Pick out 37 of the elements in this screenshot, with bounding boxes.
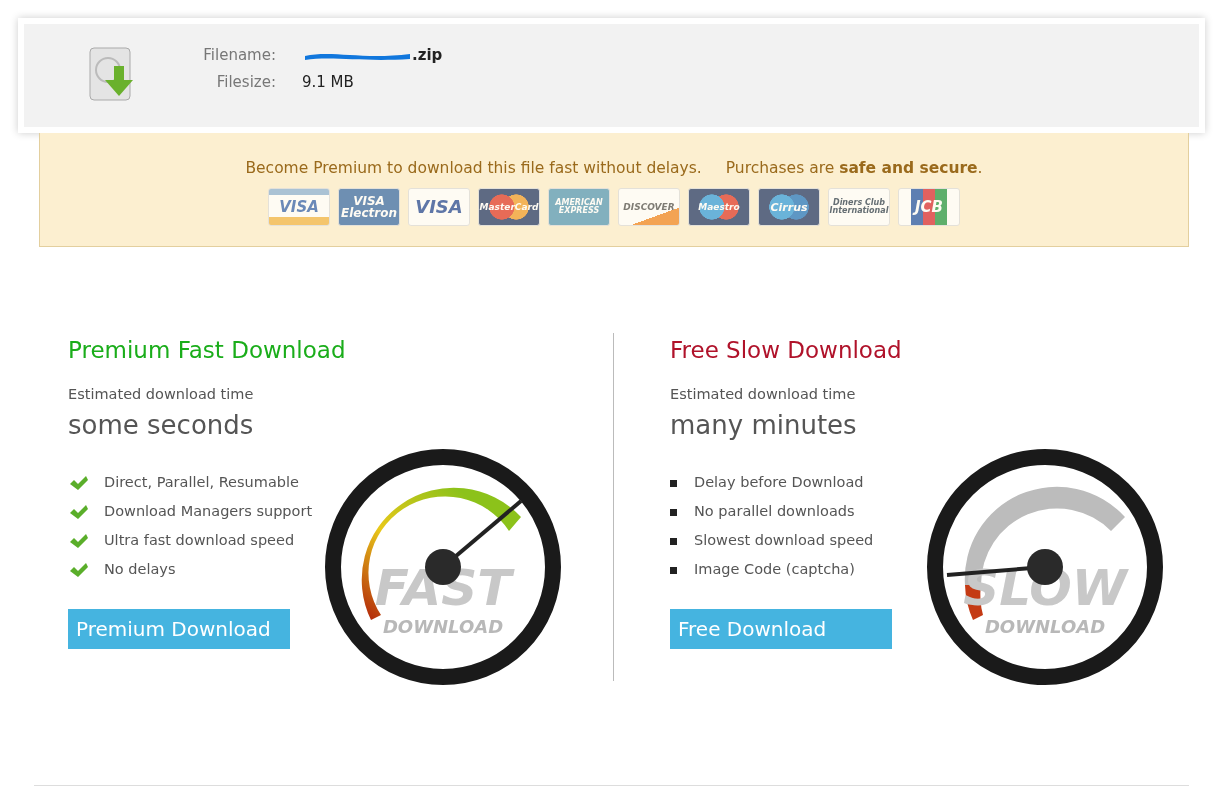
feature-text: Download Managers support: [104, 502, 313, 522]
check-icon: [68, 533, 88, 549]
download-button[interactable]: Premium Download: [68, 608, 290, 649]
feature-text: Delay before Download: [694, 473, 864, 493]
feature-text: Image Code (captcha): [694, 560, 855, 580]
payment-card-logo: VISA Electron: [338, 188, 400, 227]
feature-text: Direct, Parallel, Resumable: [104, 473, 299, 493]
bullet-icon: [670, 537, 677, 545]
bullet-icon: [670, 479, 677, 487]
security-message: Purchases are safe and secure.: [725, 158, 983, 179]
bullet-icon: [670, 508, 677, 516]
filename: .zip: [412, 45, 443, 66]
feature-text: No parallel downloads: [694, 502, 855, 522]
feature-text: Ultra fast download speed: [104, 531, 295, 551]
option-title: Premium Fast Download: [68, 336, 347, 366]
payment-card-logo: AMERICAN EXPRESS: [548, 188, 610, 227]
filesize: 9.1 MB: [302, 71, 354, 93]
download-button[interactable]: Free Download: [670, 608, 892, 649]
feature-text: No delays: [104, 560, 176, 580]
option-title: Free Slow Download: [670, 336, 903, 366]
check-icon: [68, 504, 88, 520]
payment-card-logo: Diners Club International: [828, 188, 890, 227]
feature-text: Slowest download speed: [694, 531, 874, 551]
bullet-icon: [670, 566, 677, 574]
filename-label: Filename:: [202, 45, 276, 66]
estimate-label: Estimated download time: [670, 384, 857, 404]
payment-card-logo: DISCOVER: [618, 188, 680, 227]
payment-card-logo: VISA: [408, 188, 470, 227]
premium-message: Become Premium to download this file fast without delays.: [245, 158, 702, 179]
check-icon: [68, 475, 88, 491]
payment-card-logo: Cirrus: [758, 188, 820, 227]
check-icon: [68, 562, 88, 578]
payment-card-logo: VISA: [268, 188, 330, 227]
estimate-label: Estimated download time: [68, 384, 255, 404]
filesize-label: Filesize:: [215, 71, 276, 93]
estimate-value: many minutes: [670, 408, 858, 442]
estimate-value: some seconds: [68, 408, 255, 442]
